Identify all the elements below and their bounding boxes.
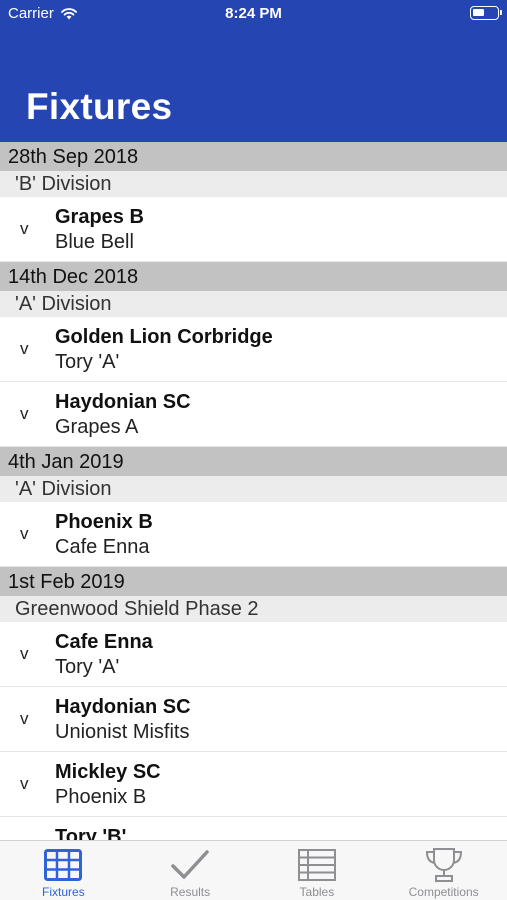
versus-label: v — [20, 644, 29, 663]
tab-bar: Fixtures Results Tables Competitions — [0, 840, 507, 900]
fixture-row[interactable]: v Haydonian SC Unionist Misfits — [0, 687, 507, 752]
away-team: Cafe Enna — [55, 536, 150, 558]
tab-label: Results — [170, 885, 211, 899]
division-header: 'B' Division — [0, 171, 507, 197]
away-team: Grapes A — [55, 416, 139, 438]
home-team: Phoenix B — [55, 511, 153, 533]
versus-label: v — [20, 404, 29, 423]
away-team: Blue Bell — [55, 231, 134, 253]
tab-label: Tables — [299, 885, 335, 899]
home-team: Cafe Enna — [55, 631, 153, 653]
division-header: Greenwood Shield Phase 2 — [0, 596, 507, 622]
page-title: Fixtures — [26, 86, 173, 127]
home-team: Tory 'B' — [55, 826, 127, 840]
versus-label: v — [20, 774, 29, 793]
grid-icon — [44, 847, 83, 883]
home-team: Haydonian SC — [55, 391, 191, 413]
away-team: Phoenix B — [55, 786, 147, 808]
away-team: Tory 'A' — [55, 656, 120, 678]
fixtures-list[interactable]: 28th Sep 2018 'B' Division v Grapes B Blue B… — [0, 142, 507, 840]
versus-label: v — [20, 339, 29, 358]
date-header: 4th Jan 2019 — [0, 447, 507, 476]
home-team: Haydonian SC — [55, 696, 191, 718]
fixture-row[interactable]: v Cafe Enna Tory 'A' — [0, 622, 507, 687]
date-header: 14th Dec 2018 — [0, 262, 507, 291]
battery-icon — [470, 6, 502, 20]
tab-competitions[interactable]: Competitions — [380, 841, 507, 900]
tab-label: Competitions — [408, 885, 479, 899]
status-bar: Carrier 8:24 PM — [0, 0, 507, 28]
versus-label: v — [20, 219, 29, 238]
versus-label: v — [20, 709, 29, 728]
tab-label: Fixtures — [42, 885, 85, 899]
tab-tables[interactable]: Tables — [254, 841, 381, 900]
home-team: Golden Lion Corbridge — [55, 326, 273, 348]
division-header: 'A' Division — [0, 291, 507, 317]
fixture-row[interactable]: vTory 'B' — [0, 817, 507, 840]
tab-results[interactable]: Results — [127, 841, 254, 900]
date-header: 28th Sep 2018 — [0, 142, 507, 171]
home-team: Grapes B — [55, 206, 144, 228]
date-header: 1st Feb 2019 — [0, 567, 507, 596]
away-team: Unionist Misfits — [55, 721, 190, 743]
trophy-icon — [424, 847, 464, 883]
fixture-row[interactable]: v Grapes B Blue Bell — [0, 197, 507, 262]
fixture-row[interactable]: v Haydonian SC Grapes A — [0, 382, 507, 447]
home-team: Mickley SC — [55, 761, 161, 783]
versus-label: v — [20, 524, 29, 543]
nav-header: Carrier 8:24 PM Fixtures — [0, 0, 507, 142]
table-icon — [297, 847, 336, 883]
checkmark-icon — [170, 847, 210, 883]
away-team: Tory 'A' — [55, 351, 120, 373]
tab-fixtures[interactable]: Fixtures — [0, 841, 127, 900]
status-time: 8:24 PM — [225, 5, 282, 22]
fixture-row[interactable]: v Mickley SC Phoenix B — [0, 752, 507, 817]
fixture-row[interactable]: v Phoenix B Cafe Enna — [0, 502, 507, 567]
division-header: 'A' Division — [0, 476, 507, 502]
fixture-row[interactable]: v Golden Lion Corbridge Tory 'A' — [0, 317, 507, 382]
